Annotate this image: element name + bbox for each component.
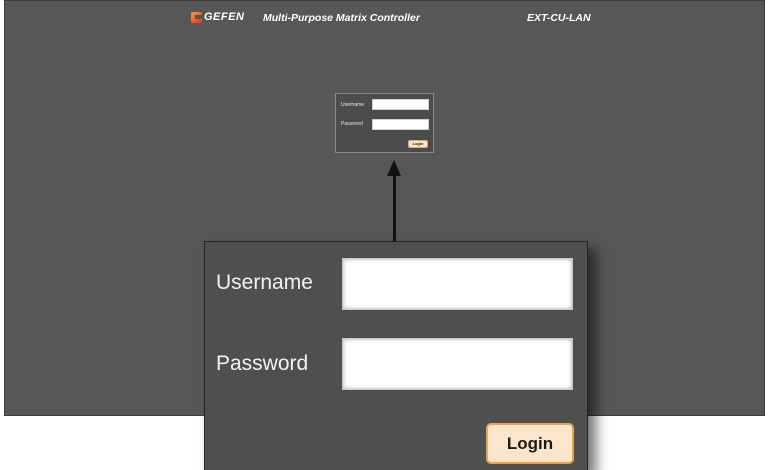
callout-arrow-line xyxy=(393,174,396,244)
username-input-small[interactable] xyxy=(372,99,429,110)
password-label-small: Password xyxy=(341,121,363,127)
password-input[interactable] xyxy=(342,338,573,390)
login-button-small[interactable]: Login xyxy=(408,140,428,148)
username-label: Username xyxy=(216,271,313,294)
gefen-logo: GEFEN xyxy=(191,11,244,23)
logo-text: GEFEN xyxy=(204,11,245,23)
gefen-logo-icon xyxy=(191,11,202,23)
username-input[interactable] xyxy=(342,258,573,310)
password-label: Password xyxy=(216,352,309,375)
password-input-small[interactable] xyxy=(372,119,429,130)
login-panel-small: Username Password Login xyxy=(335,93,434,153)
device-name: EXT-CU-LAN xyxy=(527,12,591,24)
login-panel-zoomed: Username Password Login xyxy=(204,241,588,470)
username-label-small: Username xyxy=(341,102,365,108)
login-button[interactable]: Login xyxy=(486,423,574,464)
app-title: Multi-Purpose Matrix Controller xyxy=(263,12,420,24)
